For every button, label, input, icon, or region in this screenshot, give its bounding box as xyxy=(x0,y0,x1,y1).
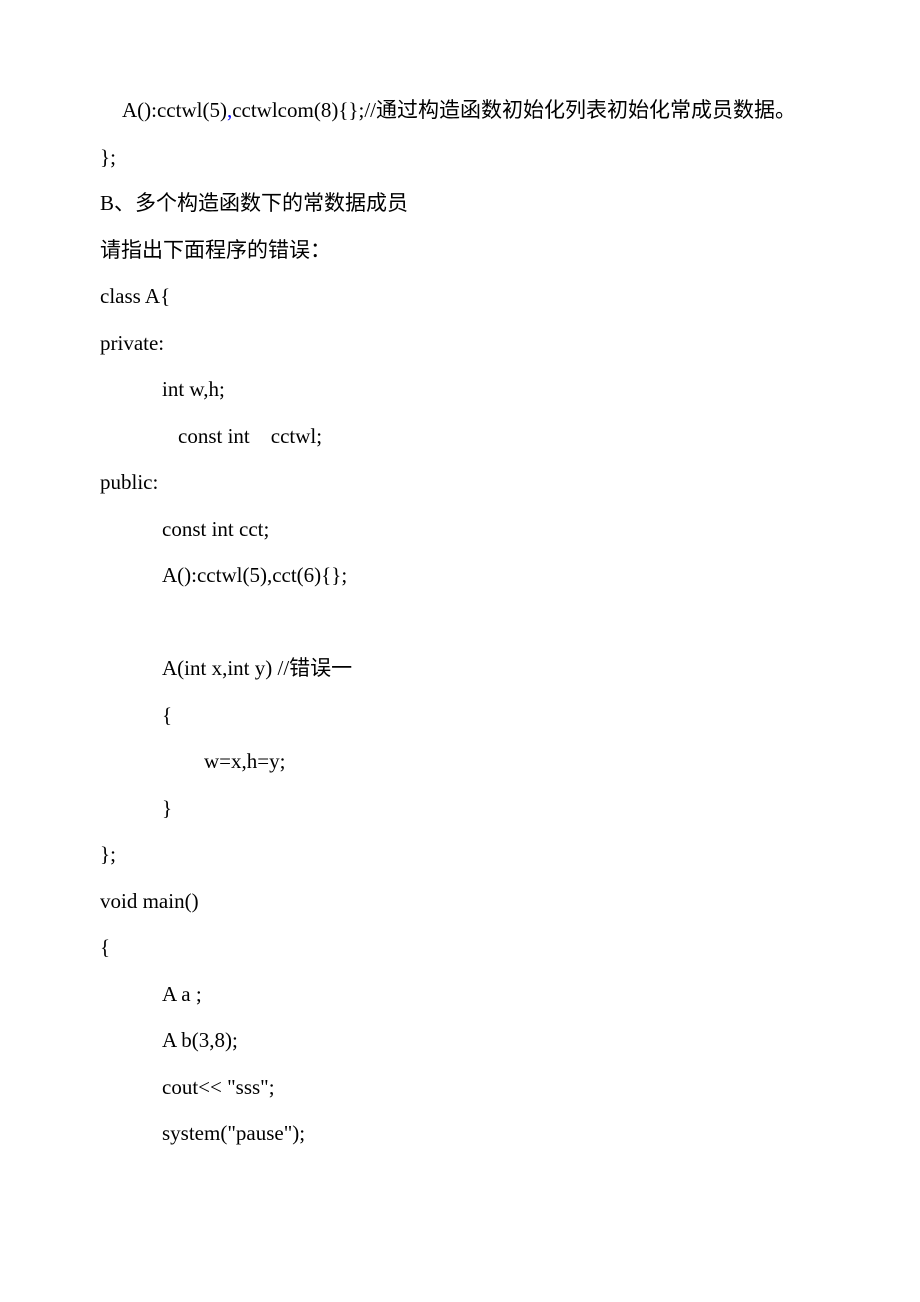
code-line: { xyxy=(100,937,820,958)
code-text: const int cct; xyxy=(162,517,269,541)
blank-text xyxy=(100,610,105,634)
code-text: public: xyxy=(100,470,158,494)
code-text: system("pause"); xyxy=(162,1121,305,1145)
code-line: { xyxy=(100,705,820,726)
document-page: A():cctwl(5),cctwlcom(8){};//通过构造函数初始化列表… xyxy=(0,0,920,1302)
heading-line: B、多个构造函数下的常数据成员 xyxy=(100,193,820,214)
heading-text: B、多个构造函数下的常数据成员 xyxy=(100,191,408,215)
code-text: cout<< "sss"; xyxy=(162,1075,275,1099)
blank-line xyxy=(100,612,820,633)
code-text: w=x,h=y; xyxy=(204,749,285,773)
code-line: }; xyxy=(100,844,820,865)
code-line: A(int x,int y) //错误一 xyxy=(100,658,820,679)
code-line: int w,h; xyxy=(100,379,820,400)
code-line: A a ; xyxy=(100,984,820,1005)
body-text: 请指出下面程序的错误： xyxy=(100,238,331,262)
code-line: w=x,h=y; xyxy=(100,751,820,772)
code-text: } xyxy=(162,796,172,820)
code-line: cout<< "sss"; xyxy=(100,1077,820,1098)
code-line: A():cctwl(5),cct(6){}; xyxy=(100,565,820,586)
code-text: const int cctwl; xyxy=(178,424,322,448)
code-text: A b(3,8); xyxy=(162,1028,238,1052)
code-text: }; xyxy=(100,842,116,866)
code-text: A():cctwl(5),cct(6){}; xyxy=(162,563,347,587)
code-text: class A{ xyxy=(100,284,170,308)
code-text: { xyxy=(162,703,172,727)
code-line: public: xyxy=(100,472,820,493)
code-line: class A{ xyxy=(100,286,820,307)
code-text: int w,h; xyxy=(162,377,225,401)
code-text: void main() xyxy=(100,889,199,913)
code-line: const int cct; xyxy=(100,519,820,540)
code-line: A b(3,8); xyxy=(100,1030,820,1051)
code-line: private: xyxy=(100,333,820,354)
body-line: 请指出下面程序的错误： xyxy=(100,240,820,261)
code-text: A():cctwl(5) xyxy=(122,98,227,122)
code-line: void main() xyxy=(100,891,820,912)
code-text: A a ; xyxy=(162,982,202,1006)
code-line: } xyxy=(100,798,820,819)
code-line: }; xyxy=(100,147,820,168)
code-line: A():cctwl(5),cctwlcom(8){};//通过构造函数初始化列表… xyxy=(100,100,820,121)
code-text: cctwlcom(8){};//通过构造函数初始化列表初始化常成员数据。 xyxy=(232,98,796,122)
code-text: }; xyxy=(100,145,116,169)
code-text: private: xyxy=(100,331,164,355)
code-line: const int cctwl; xyxy=(100,426,820,447)
code-text: A(int x,int y) //错误一 xyxy=(162,656,352,680)
code-text: { xyxy=(100,935,110,959)
code-line: system("pause"); xyxy=(100,1123,820,1144)
